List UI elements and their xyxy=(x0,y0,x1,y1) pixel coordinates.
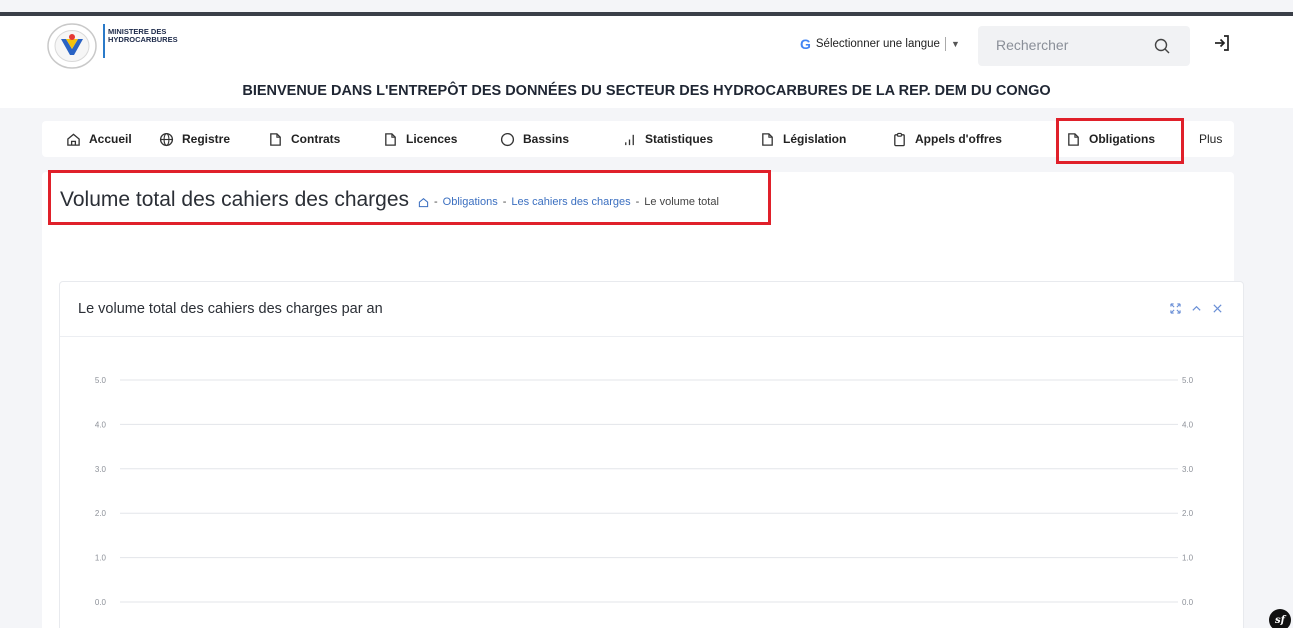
nav-item-accueil[interactable]: Accueil xyxy=(66,121,132,157)
nav-label: Contrats xyxy=(291,132,341,146)
symfony-toolbar-icon[interactable]: sf xyxy=(1269,609,1291,628)
y-tick-label-right: 2.0 xyxy=(1182,509,1194,518)
y-tick-label-left: 0.0 xyxy=(95,598,107,607)
dropdown-arrow-icon: ▼ xyxy=(950,39,960,49)
clipboard-icon xyxy=(894,132,905,146)
nav-label: Bassins xyxy=(523,132,570,146)
expand-icon[interactable] xyxy=(1170,301,1181,314)
y-tick-label-right: 3.0 xyxy=(1182,465,1194,474)
ministry-logo[interactable] xyxy=(46,22,98,70)
language-label: Sélectionner une langue xyxy=(815,38,940,50)
language-divider xyxy=(944,37,946,51)
nav-item-registre[interactable]: Registre xyxy=(159,121,230,157)
nav-item-plus[interactable]: Plus xyxy=(1199,121,1222,157)
line-chart: 0.0 0.0 1.0 1.0 2.0 2.0 3.0 3.0 4.0 4.0 5.0 5.0 xyxy=(95,376,1194,607)
nav-item-bassins[interactable]: Bassins xyxy=(500,121,569,157)
logo-text: MINISTERE DES HYDROCARBURES xyxy=(108,27,178,44)
card-tools xyxy=(1170,301,1223,314)
google-icon: G xyxy=(800,36,811,52)
y-tick-label-right: 5.0 xyxy=(1182,376,1194,385)
highlight-box-title xyxy=(48,170,771,225)
y-tick-label-right: 0.0 xyxy=(1182,598,1194,607)
language-selector[interactable]: G Sélectionner une langue ▼ xyxy=(796,33,964,55)
nav-label: Plus xyxy=(1199,132,1223,146)
nav-item-legislation[interactable]: Législation xyxy=(760,121,846,157)
nav-item-appels-doffres[interactable]: Appels d'offres xyxy=(892,121,1002,157)
y-tick-label-right: 4.0 xyxy=(1182,420,1194,429)
y-tick-label-left: 5.0 xyxy=(95,376,107,385)
close-icon[interactable] xyxy=(1212,301,1223,313)
logo-separator xyxy=(103,24,105,58)
circle-icon xyxy=(500,132,515,146)
collapse-icon[interactable] xyxy=(1191,301,1202,312)
welcome-banner: BIENVENUE DANS L'ENTREPÔT DES DONNÉES DU… xyxy=(242,83,1051,99)
y-tick-label-left: 1.0 xyxy=(95,554,107,563)
document-icon xyxy=(762,132,773,146)
nav-item-contrats[interactable]: Contrats xyxy=(268,121,340,157)
y-tick-label-left: 4.0 xyxy=(95,420,107,429)
nav-label: Appels d'offres xyxy=(915,132,1002,146)
nav-label: Licences xyxy=(406,132,458,146)
search-icon[interactable] xyxy=(1154,38,1170,54)
nav-item-statistiques[interactable]: Statistiques xyxy=(622,121,713,157)
login-icon[interactable] xyxy=(1212,33,1232,53)
bar-chart-icon xyxy=(625,134,634,145)
nav-label: Statistiques xyxy=(645,132,714,146)
nav-item-licences[interactable]: Licences xyxy=(383,121,457,157)
nav-label: Législation xyxy=(783,132,847,146)
nav-label: Registre xyxy=(182,132,231,146)
nav-label: Accueil xyxy=(89,132,132,146)
document-icon xyxy=(385,132,396,146)
search-placeholder: Rechercher xyxy=(996,37,1069,53)
card-header: Le volume total des cahiers des charges … xyxy=(60,282,1243,337)
globe-icon xyxy=(159,132,174,146)
y-tick-label-right: 1.0 xyxy=(1182,554,1194,563)
search-input[interactable]: Rechercher xyxy=(978,26,1190,66)
home-icon xyxy=(67,132,80,146)
y-tick-label-left: 3.0 xyxy=(95,465,107,474)
y-tick-label-left: 2.0 xyxy=(95,509,107,518)
site-header: MINISTERE DES HYDROCARBURES G Sélectionn… xyxy=(0,16,1293,108)
highlight-box-obligations xyxy=(1056,118,1184,164)
card-title: Le volume total des cahiers des charges … xyxy=(78,301,383,317)
document-icon xyxy=(270,132,281,146)
